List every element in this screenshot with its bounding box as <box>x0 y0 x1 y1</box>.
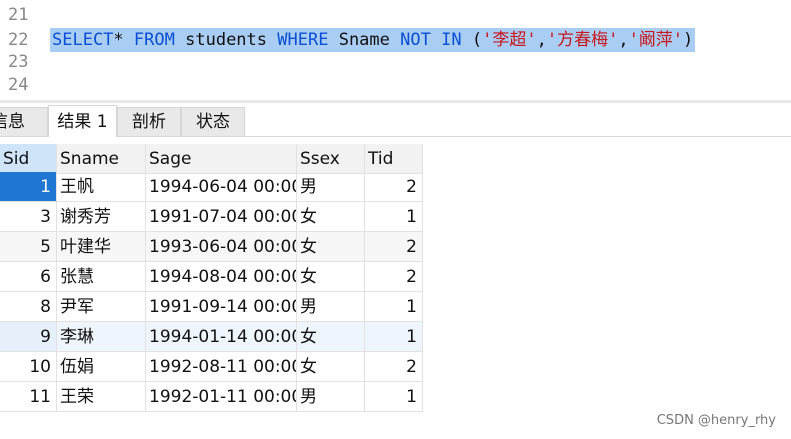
editor-line: 21 <box>0 4 791 26</box>
line-number: 24 <box>8 75 29 95</box>
cell-sage[interactable]: 1994-01-14 00:00:00 <box>146 322 297 352</box>
sql-keyword: IN <box>441 30 462 50</box>
cell-tid[interactable]: 2 <box>365 232 423 262</box>
sql-string: '阚萍' <box>628 30 684 50</box>
cell-sage[interactable]: 1994-08-04 00:00:00 <box>146 262 297 292</box>
sql-string: '李超' <box>482 30 537 50</box>
cell-ssex[interactable]: 女 <box>297 232 365 262</box>
cell-sage[interactable]: 1994-06-04 00:00:00 <box>146 172 297 202</box>
sql-keyword: WHERE <box>277 30 329 50</box>
cell-sid[interactable]: 5 <box>0 232 57 262</box>
cell-sid[interactable]: 6 <box>0 262 57 292</box>
column-header-tid[interactable]: Tid <box>365 144 423 174</box>
line-number: 22 <box>8 30 29 50</box>
cell-sname[interactable]: 尹军 <box>57 292 146 322</box>
cell-sage[interactable]: 1991-09-14 00:00:00 <box>146 292 297 322</box>
sql-editor[interactable]: 21 22 SELECT* FROM students WHERE Sname … <box>0 0 791 100</box>
cell-tid[interactable]: 2 <box>365 172 423 202</box>
column-header-sname[interactable]: Sname <box>57 144 146 174</box>
sql-keyword: SELECT <box>52 30 114 50</box>
cell-tid[interactable]: 2 <box>365 262 423 292</box>
line-number: 23 <box>8 52 29 72</box>
editor-line: 23 <box>0 51 791 73</box>
cell-sid[interactable]: 3 <box>0 202 57 232</box>
cell-sname[interactable]: 叶建华 <box>57 232 146 262</box>
sql-keyword: NOT <box>400 30 431 50</box>
cell-sname[interactable]: 伍娟 <box>57 352 146 382</box>
cell-tid[interactable]: 1 <box>365 292 423 322</box>
sql-comma: , <box>536 30 547 50</box>
sql-operator: * <box>113 30 124 50</box>
column-header-sage[interactable]: Sage <box>146 144 297 174</box>
sql-paren: ( <box>471 30 483 50</box>
cell-tid[interactable]: 1 <box>365 382 423 412</box>
cell-ssex[interactable]: 男 <box>297 292 365 322</box>
sql-keyword: FROM <box>133 30 175 50</box>
sql-column-name: Sname <box>338 30 390 50</box>
editor-line: 24 <box>0 74 791 96</box>
column-header-ssex[interactable]: Ssex <box>297 144 365 174</box>
cell-ssex[interactable]: 女 <box>297 352 365 382</box>
cell-ssex[interactable]: 男 <box>297 382 365 412</box>
result-tab-bar: 信息 结果 1 剖析 状态 <box>0 103 791 137</box>
sql-string: '方春梅' <box>546 30 619 50</box>
cell-ssex[interactable]: 女 <box>297 262 365 292</box>
cell-tid[interactable]: 1 <box>365 322 423 352</box>
tab-result-1[interactable]: 结果 1 <box>48 105 117 137</box>
sql-comma: , <box>618 30 629 50</box>
cell-sname[interactable]: 谢秀芳 <box>57 202 146 232</box>
cell-sname[interactable]: 李琳 <box>57 322 146 352</box>
editor-line: 22 SELECT* FROM students WHERE Sname NOT… <box>0 28 791 52</box>
cell-sname[interactable]: 张慧 <box>57 262 146 292</box>
cell-sname[interactable]: 王荣 <box>57 382 146 412</box>
cell-sid[interactable]: 8 <box>0 292 57 322</box>
line-number: 21 <box>8 5 29 25</box>
sql-table-name: students <box>185 30 268 50</box>
cell-sage[interactable]: 1991-07-04 00:00:00 <box>146 202 297 232</box>
cell-sage[interactable]: 1993-06-04 00:00:00 <box>146 232 297 262</box>
cell-sid[interactable]: 1 <box>0 172 57 202</box>
cell-sage[interactable]: 1992-01-11 00:00:00 <box>146 382 297 412</box>
cell-sname[interactable]: 王帆 <box>57 172 146 202</box>
cell-tid[interactable]: 1 <box>365 202 423 232</box>
cell-ssex[interactable]: 男 <box>297 172 365 202</box>
cell-tid[interactable]: 2 <box>365 352 423 382</box>
sql-query-text[interactable]: SELECT* FROM students WHERE Sname NOT IN… <box>50 28 696 52</box>
cell-sage[interactable]: 1992-08-11 00:00:00 <box>146 352 297 382</box>
watermark: CSDN @henry_rhy <box>656 413 776 428</box>
cell-sid[interactable]: 9 <box>0 322 57 352</box>
cell-ssex[interactable]: 女 <box>297 202 365 232</box>
cell-sid[interactable]: 11 <box>0 382 57 412</box>
cell-ssex[interactable]: 女 <box>297 322 365 352</box>
tab-status[interactable]: 状态 <box>181 107 245 136</box>
tab-info[interactable]: 信息 <box>0 107 48 136</box>
sql-paren: ) <box>683 30 694 50</box>
column-header-sid[interactable]: Sid <box>0 144 57 174</box>
cell-sid[interactable]: 10 <box>0 352 57 382</box>
tab-profile[interactable]: 剖析 <box>117 107 181 136</box>
